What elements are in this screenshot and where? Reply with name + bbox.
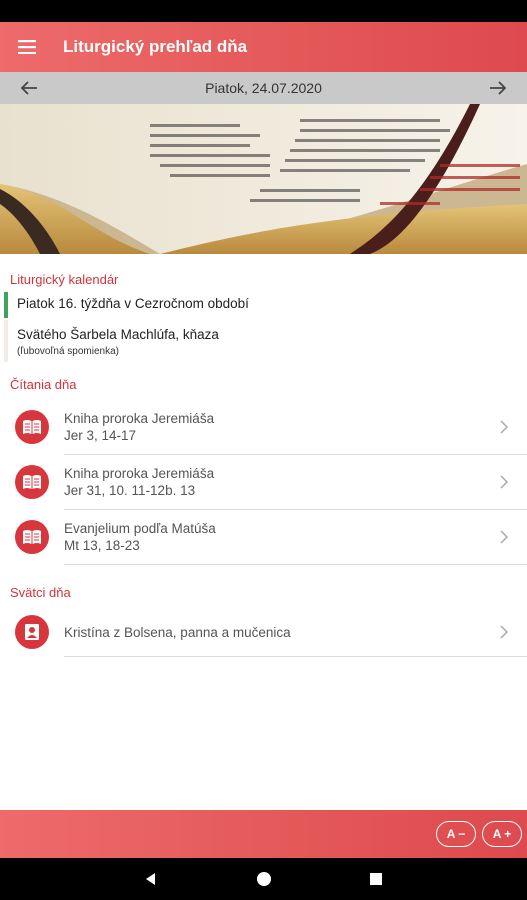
status-bar (0, 0, 527, 22)
calendar-section-title: Liturgický kalendár (10, 272, 119, 287)
chevron-right-icon (500, 625, 509, 639)
chevron-right-icon (500, 530, 509, 544)
book-icon (15, 465, 49, 499)
bible-header-image (0, 104, 527, 254)
bottom-toolbar: A − A + (0, 810, 527, 858)
saint-row[interactable]: Kristína z Bolsena, panna a mučenica (0, 608, 527, 656)
reading-title: Kniha proroka Jeremiáša (64, 411, 215, 426)
reading-reference: Jer 31, 10. 11-12b. 13 (64, 483, 196, 498)
book-icon (15, 520, 49, 554)
font-increase-button[interactable]: A + (482, 821, 522, 847)
reading-reference: Jer 3, 14-17 (64, 428, 137, 443)
divider (64, 656, 527, 657)
chevron-right-icon (500, 475, 509, 489)
book-icon (15, 410, 49, 444)
person-icon (15, 615, 49, 649)
reading-row[interactable]: Kniha proroka Jeremiáša Jer 31, 10. 11-1… (0, 455, 527, 509)
date-label: Piatok, 24.07.2020 (205, 80, 322, 96)
date-navigation-bar: Piatok, 24.07.2020 (0, 72, 527, 104)
chevron-right-icon (500, 420, 509, 434)
page-title: Liturgický prehľad dňa (63, 37, 248, 56)
font-decrease-button[interactable]: A − (436, 821, 476, 847)
calendar-item-title: Piatok 16. týždňa v Cezročnom období (17, 296, 249, 311)
saints-section-title: Svätci dňa (10, 585, 71, 600)
readings-section-title: Čítania dňa (10, 377, 77, 392)
arrow-left-icon[interactable] (0, 72, 58, 104)
saint-name: Kristína z Bolsena, panna a mučenica (64, 624, 291, 640)
app-bar: Liturgický prehľad dňa (0, 22, 527, 72)
reading-title: Evanjelium podľa Matúša (64, 521, 216, 536)
calendar-item[interactable]: Piatok 16. týždňa v Cezročnom období (4, 292, 527, 318)
reading-row[interactable]: Kniha proroka Jeremiáša Jer 3, 14-17 (0, 400, 527, 454)
divider (64, 564, 527, 565)
arrow-right-icon[interactable] (469, 72, 527, 104)
home-icon[interactable] (256, 871, 272, 887)
calendar-item-subtitle: (ľubovoľná spomienka) (17, 346, 119, 357)
menu-icon[interactable] (0, 22, 54, 72)
calendar-item[interactable]: Svätého Šarbela Machlúfa, kňaza (ľubovoľ… (4, 320, 527, 362)
reading-title: Kniha proroka Jeremiáša (64, 466, 215, 481)
reading-row[interactable]: Evanjelium podľa Matúša Mt 13, 18-23 (0, 510, 527, 564)
main-content: Liturgický kalendár Piatok 16. týždňa v … (0, 254, 527, 810)
recents-icon[interactable] (368, 871, 384, 887)
system-navigation-bar (0, 858, 527, 900)
back-icon[interactable] (143, 871, 159, 887)
calendar-item-title: Svätého Šarbela Machlúfa, kňaza (17, 327, 219, 342)
reading-reference: Mt 13, 18-23 (64, 538, 140, 553)
